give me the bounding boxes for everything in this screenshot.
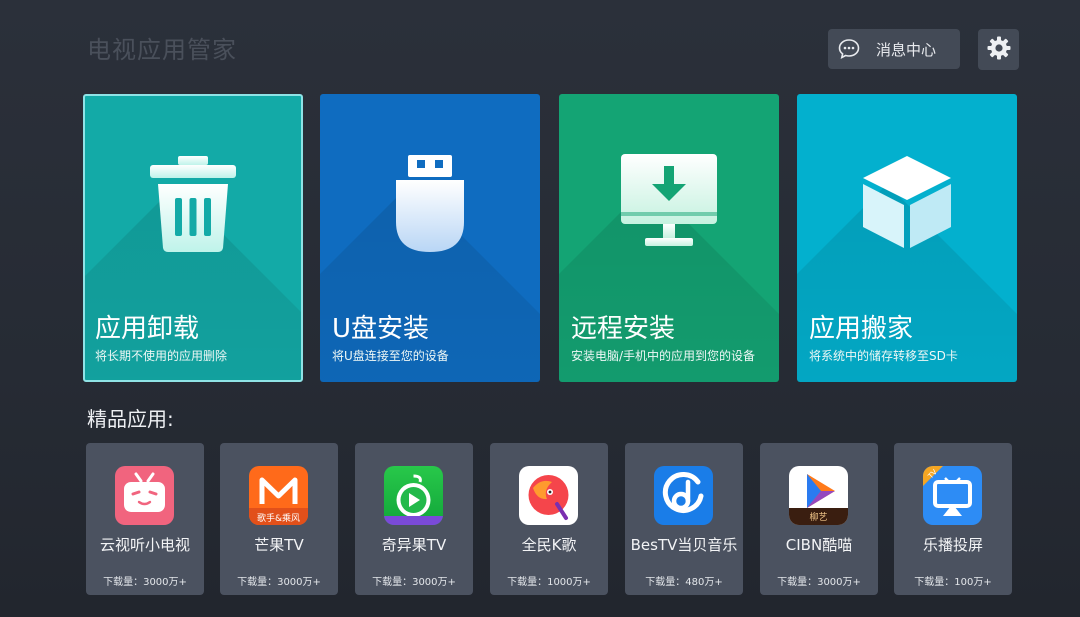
- message-center-label: 消息中心: [876, 40, 937, 59]
- tile-title: 应用搬家: [809, 314, 914, 344]
- app-downloads: 下载量：3000万+: [237, 577, 321, 588]
- tile-subtitle: 将U盘连接至您的设备: [332, 349, 449, 363]
- app-name: 芒果TV: [254, 536, 304, 554]
- gear-icon: [986, 35, 1012, 65]
- app-downloads: 下载量：3000万+: [777, 577, 861, 588]
- kiwi-tv-icon: [384, 466, 443, 525]
- monitor-download-icon: [619, 152, 719, 254]
- tile-usb-install[interactable]: U盘安装 将U盘连接至您的设备: [320, 94, 540, 382]
- tile-subtitle: 安装电脑/手机中的应用到您的设备: [571, 349, 756, 363]
- app-name: CIBN酷喵: [785, 536, 853, 554]
- app-downloads: 下载量：3000万+: [372, 577, 456, 588]
- tile-subtitle: 将长期不使用的应用删除: [95, 349, 228, 363]
- tile-title: 应用卸载: [95, 314, 200, 344]
- cibn-play-icon: 柳艺: [789, 466, 848, 525]
- app-downloads: 下载量：1000万+: [507, 577, 591, 588]
- tile-uninstall-apps[interactable]: 应用卸载 将长期不使用的应用删除: [83, 94, 303, 382]
- app-card-bestv-music[interactable]: BesTV当贝音乐 下载量：480万+: [625, 443, 743, 595]
- app-name: BesTV当贝音乐: [630, 536, 738, 554]
- chat-bubble-icon: [838, 38, 860, 60]
- mango-icon-caption: 歌手&乘风: [257, 512, 300, 524]
- tile-subtitle: 将系统中的储存转移至SD卡: [809, 349, 958, 363]
- app-downloads: 下载量：480万+: [645, 577, 723, 588]
- app-name: 奇异果TV: [381, 536, 447, 554]
- cube-icon: [859, 152, 955, 256]
- app-downloads: 下载量：3000万+: [103, 577, 187, 588]
- app-card-yunshiting[interactable]: 云视听小电视 下载量：3000万+: [86, 443, 204, 595]
- featured-apps-heading: 精品应用:: [87, 407, 174, 431]
- tile-move-apps[interactable]: 应用搬家 将系统中的储存转移至SD卡: [797, 94, 1017, 382]
- app-card-kiwi-tv[interactable]: 奇异果TV 下载量：3000万+: [355, 443, 473, 595]
- karaoke-icon: [519, 466, 578, 525]
- app-card-cibn-kumiao[interactable]: 柳艺 CIBN酷喵 下载量：3000万+: [760, 443, 878, 595]
- app-name: 云视听小电视: [99, 536, 190, 554]
- bilibili-tv-icon: [115, 466, 174, 525]
- tile-title: 远程安装: [571, 314, 676, 344]
- tile-remote-install[interactable]: 远程安装 安装电脑/手机中的应用到您的设备: [559, 94, 779, 382]
- trash-icon: [148, 154, 238, 258]
- app-card-mango-tv[interactable]: 歌手&乘风 芒果TV 下载量：3000万+: [220, 443, 338, 595]
- app-name: 全民K歌: [521, 536, 577, 554]
- app-card-lebo-cast[interactable]: TV 乐播投屏 下载量：100万+: [894, 443, 1012, 595]
- music-note-icon: [654, 466, 713, 525]
- screen-cast-icon: TV: [923, 466, 982, 525]
- message-center-button[interactable]: 消息中心: [828, 29, 960, 69]
- cibn-icon-caption: 柳艺: [809, 511, 827, 523]
- mango-tv-icon: 歌手&乘风: [249, 466, 308, 525]
- app-name: 乐播投屏: [922, 536, 983, 554]
- usb-drive-icon: [390, 152, 470, 258]
- app-card-quanmin-kge[interactable]: 全民K歌 下载量：1000万+: [490, 443, 608, 595]
- tile-title: U盘安装: [332, 314, 430, 344]
- app-downloads: 下载量：100万+: [914, 577, 992, 588]
- app-title: 电视应用管家: [87, 36, 237, 64]
- settings-button[interactable]: [978, 29, 1019, 70]
